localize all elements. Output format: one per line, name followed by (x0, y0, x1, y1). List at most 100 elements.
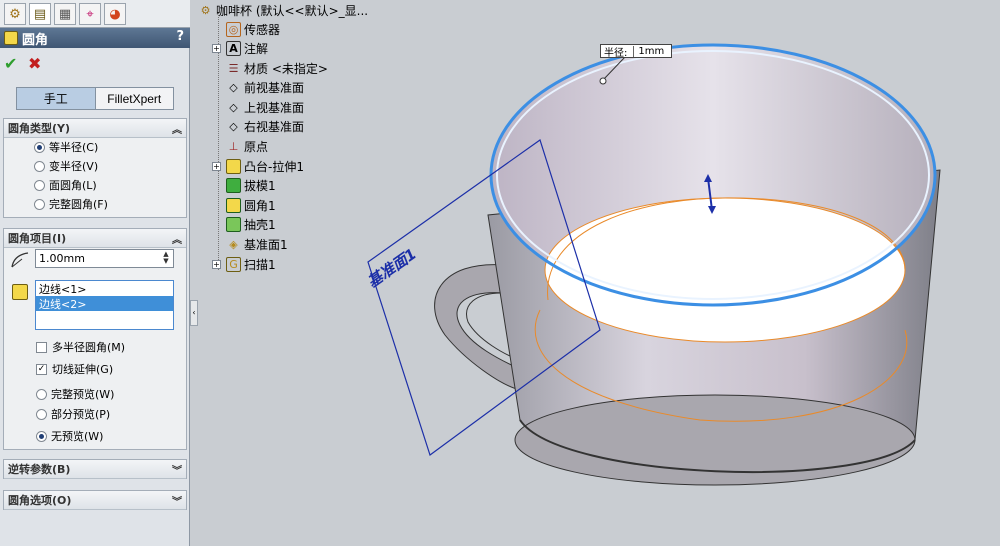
radius-value[interactable]: 1.00mm (39, 252, 85, 265)
radio-label: 完整预览(W) (51, 388, 115, 401)
tree-item-label: 凸台-拉伸1 (244, 159, 304, 174)
checkmark-icon: ✓ (36, 363, 47, 375)
annotation-icon: A (226, 40, 241, 56)
draft-icon (226, 177, 241, 193)
tree-item-right-plane[interactable]: ◇ 右视基准面 (226, 117, 304, 135)
expand-icon[interactable]: + (212, 44, 221, 53)
tree-item-label: 注解 (244, 41, 269, 56)
radio-face-fillet[interactable]: 面圆角(L) (34, 176, 97, 194)
sensor-icon: ◎ (226, 21, 241, 37)
tree-item-material[interactable]: ☰ 材质 <未指定> (226, 59, 328, 77)
plane-icon: ◇ (229, 119, 238, 133)
radio-label: 变半径(V) (49, 160, 99, 173)
edge-select-icon (12, 284, 28, 300)
radio-icon (34, 160, 45, 172)
radio-icon (36, 388, 47, 400)
list-item[interactable]: 边线<2> (36, 296, 173, 311)
expand-icon[interactable]: + (212, 260, 221, 269)
fillet-options-header[interactable]: 圆角选项(O) ︾ (4, 491, 186, 510)
tree-item-label: 拔模1 (244, 178, 276, 193)
tangent-propagation-checkbox[interactable]: ✓ 切线延伸(G) (36, 360, 113, 378)
tree-item-origin[interactable]: ⊥ 原点 (226, 137, 268, 155)
radio-label: 无预览(W) (51, 430, 104, 443)
tree-item-label: 基准面1 (244, 237, 288, 252)
tree-item-fillet[interactable]: 圆角1 (226, 196, 276, 214)
tree-root[interactable]: ⚙ 咖啡杯 (默认<<默认>_显... (198, 1, 369, 19)
radio-constant-radius[interactable]: 等半径(C) (34, 138, 98, 156)
manager-tabs: ⚙ ▤ ▦ ⌖ ◕ (0, 0, 190, 28)
tree-item-front-plane[interactable]: ◇ 前视基准面 (226, 78, 304, 96)
display-manager-tab[interactable]: ◕ (104, 3, 126, 25)
configuration-manager-tab[interactable]: ▦ (54, 3, 76, 25)
spinner-icon[interactable]: ▲ ▼ (160, 251, 172, 266)
multi-radius-checkbox[interactable]: 多半径圆角(M) (36, 338, 125, 356)
fillet-options-group: 圆角选项(O) ︾ (3, 490, 187, 510)
radio-icon (36, 430, 47, 442)
property-manager-panel: ⚙ ▤ ▦ ⌖ ◕ 圆角 ? ✔ ✖ 手工 FilletXpert 圆角类型(Y… (0, 0, 190, 546)
fillet-items-title: 圆角项目(I) (8, 232, 67, 245)
edge-selection-list[interactable]: 边线<1> 边线<2> (35, 280, 174, 330)
tree-item-annotations[interactable]: A 注解 (226, 39, 268, 57)
checkbox-icon (36, 341, 47, 353)
cancel-button[interactable]: ✖ (28, 54, 41, 73)
radio-partial-preview[interactable]: 部分预览(P) (36, 405, 110, 423)
help-button[interactable]: ? (176, 29, 184, 44)
manual-tab[interactable]: 手工 (17, 88, 96, 109)
checkbox-label: 多半径圆角(M) (52, 341, 126, 354)
extrude-icon (226, 158, 241, 174)
radio-icon (34, 198, 45, 210)
radio-label: 等半径(C) (49, 141, 99, 154)
plane-icon: ◇ (229, 100, 238, 114)
property-manager-tab[interactable]: ▤ (29, 3, 51, 25)
radius-input[interactable]: 1.00mm ▲ ▼ (35, 249, 174, 268)
tree-item-label: 传感器 (244, 22, 281, 37)
tree-item-sweep[interactable]: G 扫描1 (226, 255, 276, 273)
tree-item-label: 扫描1 (244, 257, 276, 272)
material-icon: ☰ (228, 61, 239, 75)
list-item[interactable]: 边线<1> (36, 281, 173, 296)
tree-item-top-plane[interactable]: ◇ 上视基准面 (226, 98, 304, 116)
expand-icon[interactable]: + (212, 162, 221, 171)
tree-item-label: 前视基准面 (244, 80, 305, 95)
filletxpert-tab[interactable]: FilletXpert (95, 88, 173, 109)
tree-item-draft[interactable]: 拔模1 (226, 176, 276, 194)
tree-item-label: 材质 <未指定> (244, 61, 328, 76)
shell-icon (226, 216, 241, 232)
tree-item-plane1[interactable]: ◈ 基准面1 (226, 235, 288, 253)
expand-icon: ︾ (172, 465, 182, 477)
ok-button[interactable]: ✔ (4, 54, 17, 73)
tree-item-label: 上视基准面 (244, 100, 305, 115)
fillet-options-title: 圆角选项(O) (8, 494, 72, 507)
radio-full-preview[interactable]: 完整预览(W) (36, 385, 114, 403)
feature-tree-icon: ⚙ (9, 6, 21, 22)
tree-item-shell[interactable]: 抽壳1 (226, 215, 276, 233)
radio-full-round[interactable]: 完整圆角(F) (34, 195, 108, 213)
tree-item-label: 圆角1 (244, 198, 276, 213)
radius-callout-label: 半径: (604, 47, 628, 59)
tree-item-label: 右视基准面 (244, 119, 305, 134)
radius-callout-value[interactable]: 1mm (633, 45, 664, 57)
plane-icon: ◇ (229, 80, 238, 94)
radio-label: 部分预览(P) (51, 408, 111, 421)
collapse-icon: ︽ (172, 234, 182, 246)
fillet-type-header[interactable]: 圆角类型(Y) ︽ (4, 119, 186, 138)
radius-callout[interactable]: 半径: 1mm (600, 44, 672, 59)
radio-icon (34, 141, 45, 153)
checkbox-label: 切线延伸(G) (52, 363, 114, 376)
display-pie-icon: ◕ (109, 6, 121, 22)
tree-item-boss-extrude[interactable]: 凸台-拉伸1 (226, 157, 304, 175)
radio-no-preview[interactable]: 无预览(W) (36, 427, 103, 445)
origin-icon: ⊥ (228, 139, 239, 153)
dimxpert-manager-tab[interactable]: ⌖ (79, 3, 101, 25)
radio-label: 面圆角(L) (49, 179, 97, 192)
property-manager-title-bar: 圆角 ? (0, 28, 190, 48)
page-title: 圆角 (22, 32, 49, 48)
fillet-items-header[interactable]: 圆角项目(I) ︽ (4, 229, 186, 248)
property-icon: ▤ (33, 6, 47, 22)
feature-manager-tab[interactable]: ⚙ (4, 3, 26, 25)
panel-collapse-handle[interactable]: ‹ (190, 300, 198, 326)
setback-header[interactable]: 逆转参数(B) ︾ (4, 460, 186, 479)
radio-variable-radius[interactable]: 变半径(V) (34, 157, 98, 175)
tree-item-sensors[interactable]: ◎ 传感器 (226, 20, 280, 38)
fillet-type-title: 圆角类型(Y) (8, 122, 71, 135)
